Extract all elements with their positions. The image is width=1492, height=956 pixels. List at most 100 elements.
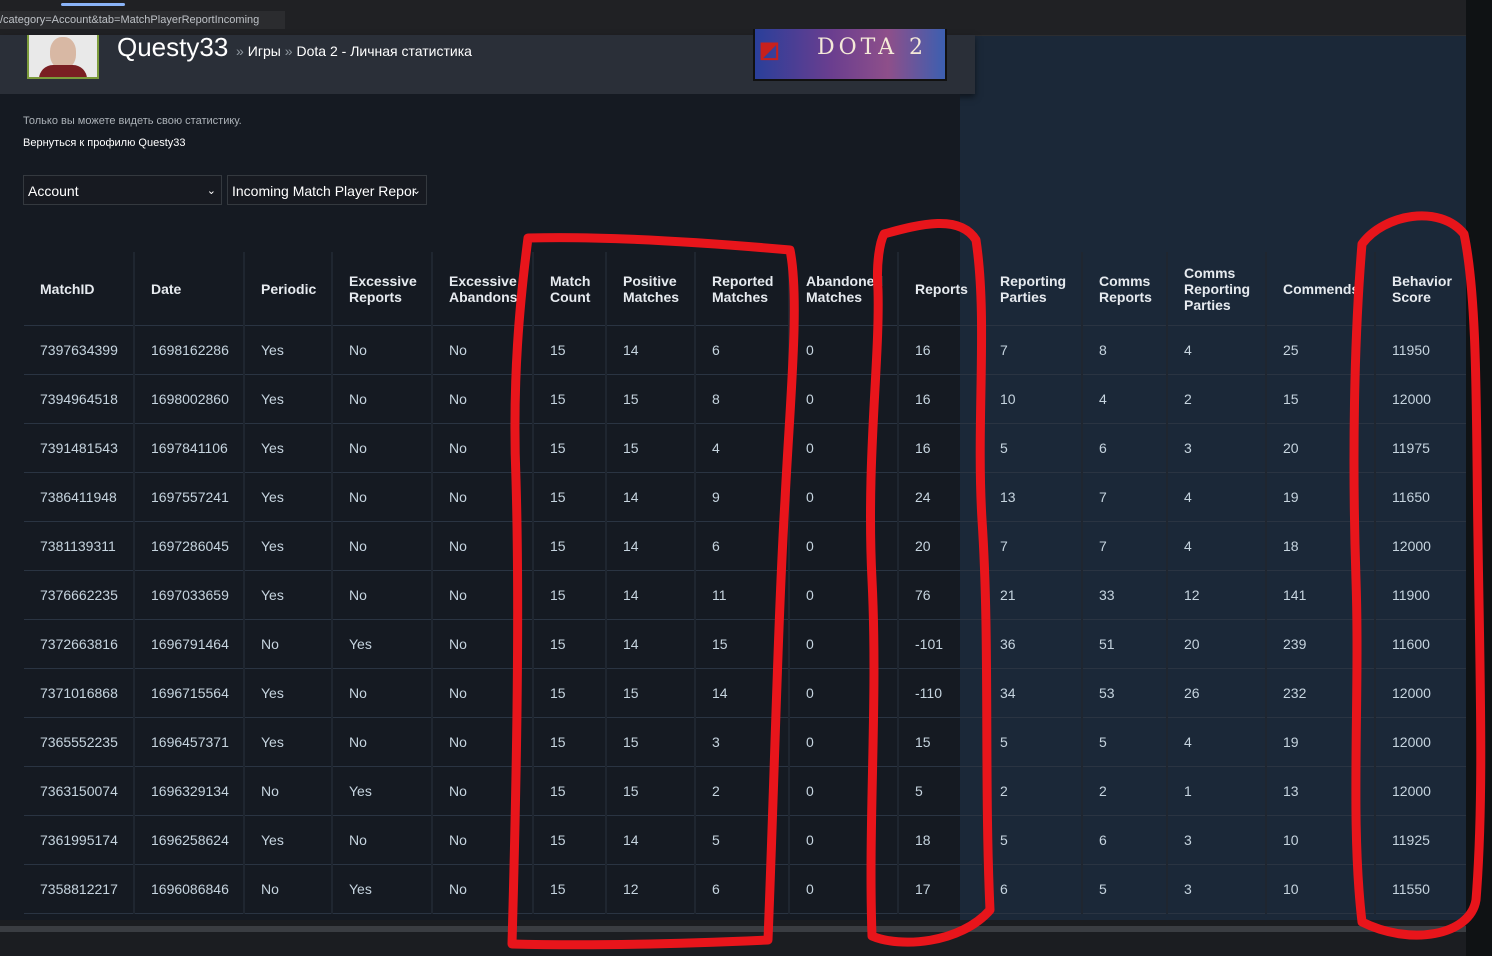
dota-emblem-icon: ◩ — [759, 37, 780, 62]
cell-date: 1698002860 — [133, 374, 244, 424]
column-header-comms-reports[interactable]: Comms Reports — [1081, 252, 1167, 326]
cell-reporting-parties: 13 — [982, 472, 1082, 522]
column-header-reports[interactable]: Reports — [897, 252, 983, 326]
cell-matchid: 7376662235 — [24, 570, 134, 620]
column-header-positive-matches[interactable]: Positive Matches — [605, 252, 695, 326]
horizontal-scrollbar[interactable] — [0, 926, 1466, 932]
cell-excessive-reports: No — [331, 374, 432, 424]
match-report-table: MatchID Date Periodic Excessive Reports Exce… — [24, 252, 1466, 914]
cell-comms-reporting-parties: 4 — [1166, 717, 1266, 767]
cell-matchid: 7371016868 — [24, 668, 134, 718]
cell-excessive-abandons: No — [431, 717, 533, 767]
back-to-profile-link[interactable]: Вернуться к профилю Questy33 — [23, 137, 186, 149]
column-header-behavior-score[interactable]: Behavior Score — [1374, 252, 1466, 326]
cell-excessive-abandons: No — [431, 570, 533, 620]
cell-reported-matches: 6 — [694, 521, 789, 571]
cell-behavior-score: 12000 — [1374, 766, 1466, 816]
cell-commends: 10 — [1265, 815, 1375, 865]
column-header-commends[interactable]: Commends — [1265, 252, 1375, 326]
cell-excessive-abandons: No — [431, 815, 533, 865]
url-text[interactable]: /category=Account&tab=MatchPlayerReportI… — [0, 11, 285, 29]
cell-positive-matches: 15 — [605, 717, 695, 767]
cell-periodic: Yes — [243, 374, 332, 424]
cell-behavior-score: 12000 — [1374, 374, 1466, 424]
cell-abandoned-matches: 0 — [788, 325, 898, 375]
cell-behavior-score: 12000 — [1374, 717, 1466, 767]
cell-periodic: Yes — [243, 472, 332, 522]
cell-excessive-reports: Yes — [331, 619, 432, 669]
tab-select[interactable]: Incoming Match Player Repor ⌄ — [227, 175, 427, 205]
cell-comms-reports: 7 — [1081, 472, 1167, 522]
cell-positive-matches: 14 — [605, 472, 695, 522]
cell-comms-reporting-parties: 2 — [1166, 374, 1266, 424]
cell-behavior-score: 11900 — [1374, 570, 1466, 620]
cell-comms-reporting-parties: 12 — [1166, 570, 1266, 620]
cell-match-count: 15 — [532, 815, 606, 865]
breadcrumb-games-link[interactable]: Игры — [248, 43, 281, 59]
column-header-matchid[interactable]: MatchID — [24, 252, 134, 326]
cell-excessive-reports: No — [331, 668, 432, 718]
cell-reporting-parties: 36 — [982, 619, 1082, 669]
table-row: 7361995174 1696258624 Yes No No 15 14 5 0 18 5 6 3 10… — [24, 815, 1466, 865]
cell-date: 1697033659 — [133, 570, 244, 620]
column-header-date[interactable]: Date — [133, 252, 244, 326]
table-row: 7394964518 1698002860 Yes No No 15 15 8 0 16 10 4 2 1… — [24, 374, 1466, 424]
cell-excessive-reports: Yes — [331, 766, 432, 816]
cell-reports: -110 — [897, 668, 983, 718]
cell-commends: 19 — [1265, 472, 1375, 522]
chevron-down-icon: ⌄ — [411, 185, 421, 197]
cell-excessive-abandons: No — [431, 423, 533, 473]
column-header-abandoned-matches[interactable]: Abandoned Matches — [788, 252, 898, 326]
cell-date: 1696457371 — [133, 717, 244, 767]
cell-excessive-reports: No — [331, 815, 432, 865]
column-header-excessive-abandons[interactable]: Excessive Abandons — [431, 252, 533, 326]
cell-reporting-parties: 21 — [982, 570, 1082, 620]
cell-abandoned-matches: 0 — [788, 374, 898, 424]
category-select[interactable]: Account ⌄ — [23, 175, 222, 205]
table-row: 7386411948 1697557241 Yes No No 15 14 9 0 24 13 7 4 1… — [24, 472, 1466, 522]
cell-commends: 141 — [1265, 570, 1375, 620]
cell-comms-reports: 5 — [1081, 864, 1167, 914]
cell-matchid: 7363150074 — [24, 766, 134, 816]
column-header-excessive-reports[interactable]: Excessive Reports — [331, 252, 432, 326]
cell-excessive-abandons: No — [431, 472, 533, 522]
cell-reporting-parties: 6 — [982, 864, 1082, 914]
game-logo[interactable]: ◩ DOTA 2 — [753, 29, 947, 81]
cell-comms-reporting-parties: 3 — [1166, 423, 1266, 473]
cell-excessive-reports: No — [331, 472, 432, 522]
column-header-comms-reporting-parties[interactable]: Comms Reporting Parties — [1166, 252, 1266, 326]
column-header-reporting-parties[interactable]: Reporting Parties — [982, 252, 1082, 326]
cell-excessive-reports: No — [331, 570, 432, 620]
cell-behavior-score: 12000 — [1374, 668, 1466, 718]
cell-commends: 20 — [1265, 423, 1375, 473]
persona-name[interactable]: Questy33 — [117, 32, 228, 63]
cell-reports: 16 — [897, 423, 983, 473]
cell-commends: 18 — [1265, 521, 1375, 571]
cell-abandoned-matches: 0 — [788, 766, 898, 816]
cell-periodic: Yes — [243, 521, 332, 571]
cell-reporting-parties: 5 — [982, 717, 1082, 767]
avatar[interactable] — [27, 35, 99, 79]
cell-matchid: 7365552235 — [24, 717, 134, 767]
cell-positive-matches: 15 — [605, 668, 695, 718]
cell-reports: 16 — [897, 325, 983, 375]
game-logo-text: DOTA 2 — [817, 35, 928, 60]
cell-match-count: 15 — [532, 374, 606, 424]
cell-positive-matches: 15 — [605, 766, 695, 816]
column-header-periodic[interactable]: Periodic — [243, 252, 332, 326]
cell-comms-reporting-parties: 20 — [1166, 619, 1266, 669]
cell-reports: 18 — [897, 815, 983, 865]
cell-matchid: 7372663816 — [24, 619, 134, 669]
cell-comms-reports: 33 — [1081, 570, 1167, 620]
column-header-match-count[interactable]: Match Count — [532, 252, 606, 326]
cell-behavior-score: 11650 — [1374, 472, 1466, 522]
cell-matchid: 7358812217 — [24, 864, 134, 914]
cell-positive-matches: 14 — [605, 521, 695, 571]
cell-date: 1697286045 — [133, 521, 244, 571]
cell-positive-matches: 12 — [605, 864, 695, 914]
cell-comms-reports: 5 — [1081, 717, 1167, 767]
column-header-reported-matches[interactable]: Reported Matches — [694, 252, 789, 326]
cell-abandoned-matches: 0 — [788, 521, 898, 571]
cell-reported-matches: 15 — [694, 619, 789, 669]
cell-comms-reports: 2 — [1081, 766, 1167, 816]
